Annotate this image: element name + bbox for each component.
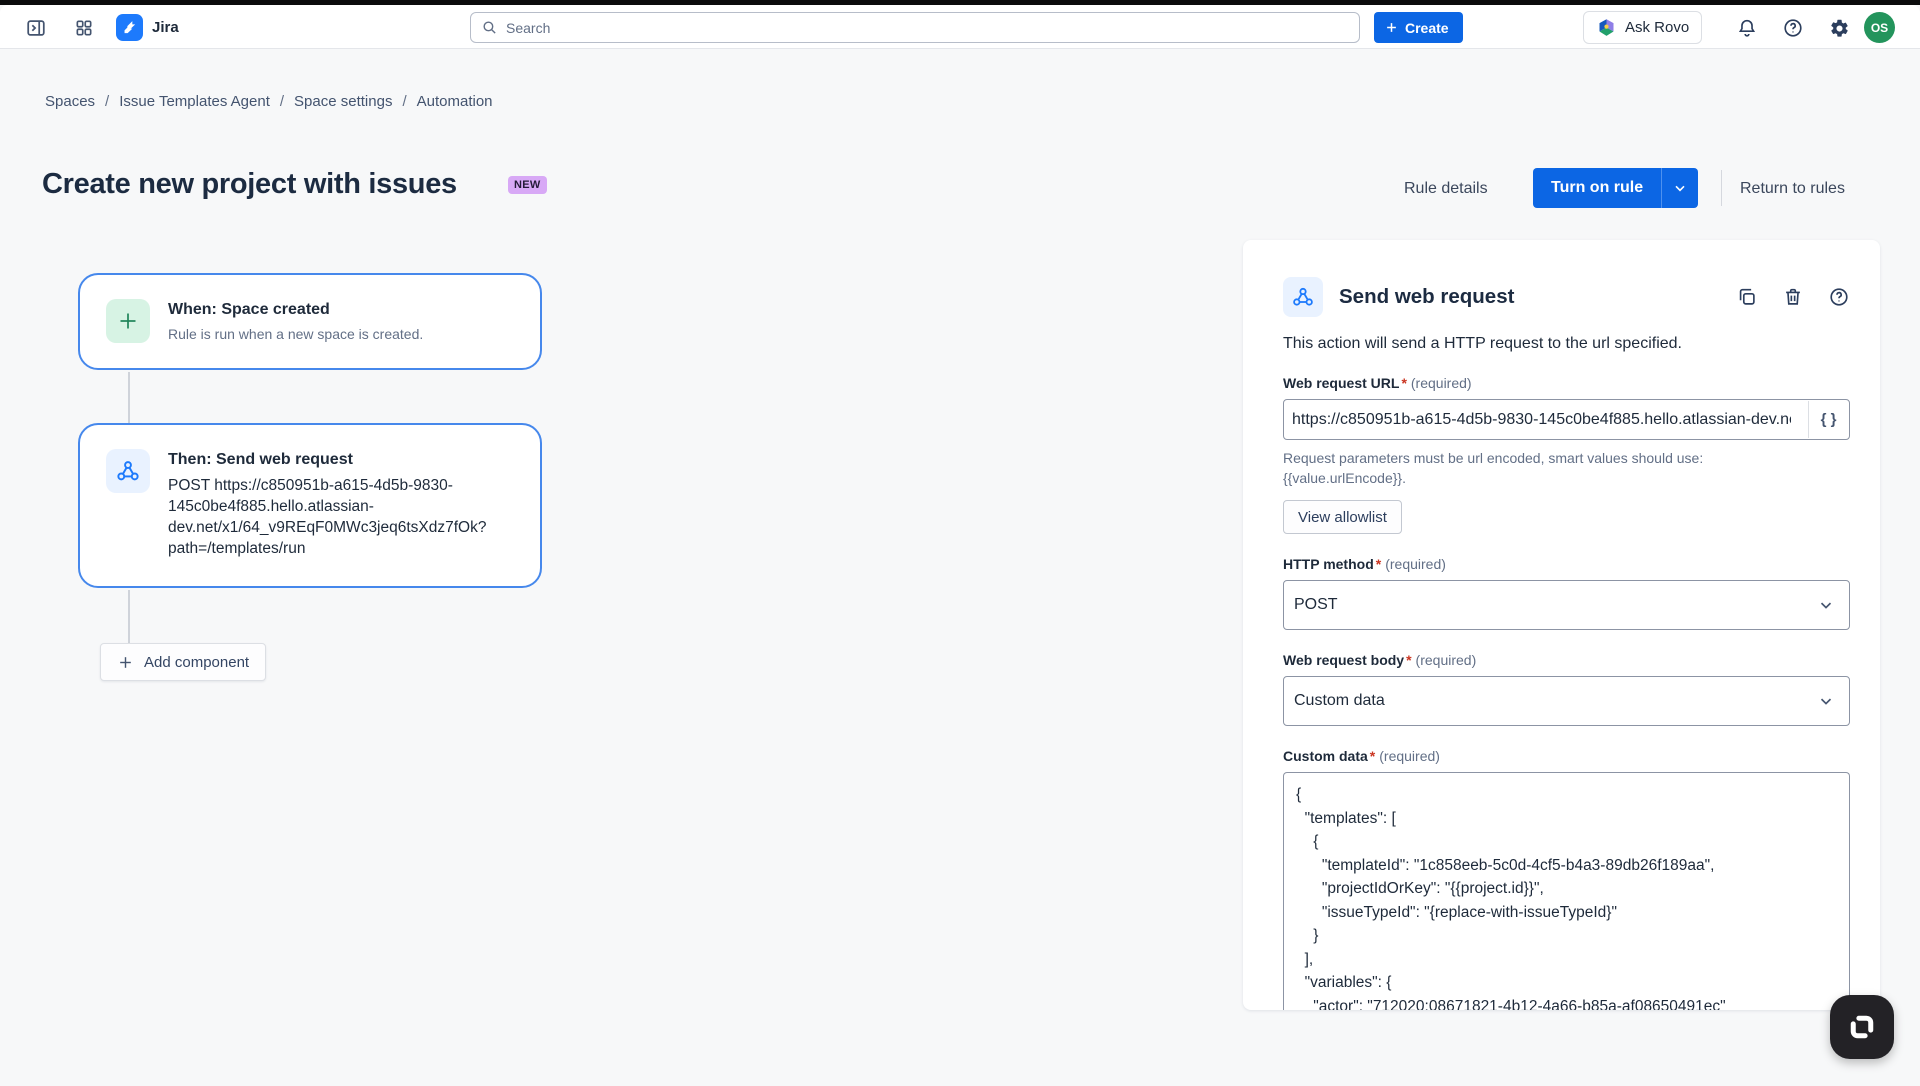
search-input[interactable] xyxy=(506,19,1349,36)
floating-assistant-button[interactable] xyxy=(1830,995,1894,1059)
rovo-logo-icon xyxy=(1599,19,1614,36)
duplicate-action-button[interactable] xyxy=(1736,286,1758,308)
top-navigation-bar: Jira Create Ask Rovo xyxy=(0,5,1920,49)
copy-icon xyxy=(1739,288,1755,305)
trigger-description: Rule is run when a new space is created. xyxy=(168,326,424,342)
http-method-select[interactable]: POST xyxy=(1283,580,1850,630)
plus-icon xyxy=(120,656,131,668)
plus-icon xyxy=(120,313,136,329)
sidebar-toggle-button[interactable] xyxy=(22,14,50,42)
page-title: Create new project with issues xyxy=(42,168,457,200)
header-divider xyxy=(1721,170,1722,206)
web-request-url-input[interactable] xyxy=(1283,399,1850,440)
chevron-down-icon xyxy=(1820,698,1832,705)
url-help-text: Request parameters must be url encoded, … xyxy=(1283,450,1704,486)
action-card-send-web-request[interactable]: Then: Send web request POST https://c850… xyxy=(78,423,542,588)
custom-data-label: Custom data * (required) xyxy=(1283,748,1440,764)
search-icon xyxy=(483,21,496,34)
global-search[interactable] xyxy=(470,12,1360,43)
app-switcher-grid-icon xyxy=(76,20,92,36)
action-tile xyxy=(106,449,150,493)
webhook-icon xyxy=(117,461,139,481)
trigger-tile xyxy=(106,299,150,343)
action-help-button[interactable] xyxy=(1828,286,1850,308)
webhook-icon xyxy=(1293,287,1313,306)
panel-title: Send web request xyxy=(1339,285,1515,308)
sidebar-expand-icon xyxy=(27,20,45,36)
panel-action-tile xyxy=(1283,277,1323,317)
help-circle-icon xyxy=(1830,288,1848,306)
breadcrumb-space-settings[interactable]: Space settings xyxy=(294,93,392,110)
custom-data-code: { "templates": [ { "templateId": "1c858e… xyxy=(1296,786,1726,1010)
notifications-button[interactable] xyxy=(1733,14,1761,42)
app-switcher-button[interactable] xyxy=(70,14,98,42)
plus-icon xyxy=(1387,23,1396,32)
panel-description: This action will send a HTTP request to … xyxy=(1283,335,1682,352)
new-badge: NEW xyxy=(508,176,547,194)
app-name: Jira xyxy=(152,19,179,36)
jira-logo[interactable] xyxy=(116,14,143,41)
help-circle-icon xyxy=(1784,19,1802,37)
web-request-body-label: Web request body * (required) xyxy=(1283,652,1477,668)
ask-rovo-button[interactable]: Ask Rovo xyxy=(1583,11,1703,44)
breadcrumb-spaces[interactable]: Spaces xyxy=(45,93,95,110)
bell-icon xyxy=(1738,19,1756,37)
breadcrumb-space-name[interactable]: Issue Templates Agent xyxy=(119,93,270,110)
trash-icon xyxy=(1786,288,1800,305)
flow-connector xyxy=(128,372,130,423)
user-avatar[interactable]: OS xyxy=(1864,12,1895,43)
trigger-title: When: Space created xyxy=(168,301,330,318)
action-title: Then: Send web request xyxy=(168,451,353,468)
breadcrumb: Spaces / Issue Templates Agent / Space s… xyxy=(45,93,493,110)
flow-connector xyxy=(128,590,130,643)
return-to-rules-button[interactable]: Return to rules xyxy=(1740,180,1845,198)
url-field-label: Web request URL * (required) xyxy=(1283,375,1472,391)
chevron-down-icon xyxy=(1820,602,1832,609)
create-button[interactable]: Create xyxy=(1374,12,1463,43)
view-allowlist-button[interactable]: View allowlist xyxy=(1283,500,1402,534)
jira-automation-page: Jira Create Ask Rovo xyxy=(0,0,1920,1086)
panel-header: Send web request xyxy=(1283,277,1850,317)
delete-action-button[interactable] xyxy=(1782,286,1804,308)
action-config-panel: Send web request This action will send a… xyxy=(1243,240,1880,1010)
jira-logo-glyph xyxy=(124,21,136,34)
gear-icon xyxy=(1830,19,1848,37)
web-request-body-select[interactable]: Custom data xyxy=(1283,676,1850,726)
chevron-down-icon xyxy=(1675,185,1685,192)
turn-on-rule-dropdown-button[interactable] xyxy=(1661,168,1699,208)
turn-on-rule-button[interactable]: Turn on rule xyxy=(1533,168,1662,208)
smart-values-braces-button[interactable]: { } xyxy=(1808,401,1848,438)
rule-details-button[interactable]: Rule details xyxy=(1404,180,1488,198)
breadcrumb-automation[interactable]: Automation xyxy=(417,93,493,110)
settings-button[interactable] xyxy=(1825,14,1853,42)
add-component-button[interactable]: Add component xyxy=(100,643,267,681)
trigger-card-space-created[interactable]: When: Space created Rule is run when a n… xyxy=(78,273,542,370)
assistant-logo-icon xyxy=(1850,1015,1874,1039)
help-button[interactable] xyxy=(1779,14,1807,42)
action-description: POST https://c850951b-a615-4d5b-9830-145… xyxy=(168,477,487,557)
http-method-label: HTTP method * (required) xyxy=(1283,556,1446,572)
custom-data-textarea[interactable]: { "templates": [ { "templateId": "1c858e… xyxy=(1283,772,1850,1010)
turn-on-rule-split-button: Turn on rule xyxy=(1533,168,1699,208)
